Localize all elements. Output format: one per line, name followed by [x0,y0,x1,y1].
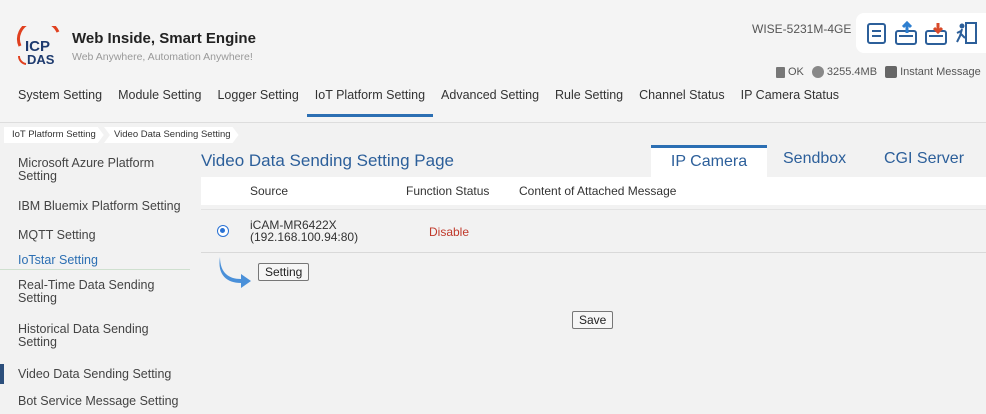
tab-rule-setting[interactable]: Rule Setting [547,87,631,117]
sidebar-item-mqtt[interactable]: MQTT Setting [0,229,190,242]
storage-icon [811,66,824,78]
logout-icon[interactable] [954,21,979,46]
tab-logger-setting[interactable]: Logger Setting [209,87,306,117]
instant-message-link[interactable]: Instant Message [885,66,981,78]
sidebar-item-iotstar[interactable]: IoTstar Setting [0,254,190,270]
sidebar-item-bot-service[interactable]: Bot Service Message Setting [0,395,190,408]
tab-module-setting[interactable]: Module Setting [110,87,209,117]
toolbar [856,13,986,53]
model-name: WISE-5231M-4GE [752,22,852,36]
tab-sendbox[interactable]: Sendbox [783,150,846,168]
main-nav: System Setting Module Setting Logger Set… [0,87,847,117]
sidebar-item-historical[interactable]: Historical Data Sending Setting [0,323,190,349]
camera-address: (192.168.100.94:80) [250,230,359,244]
status-bar: OK 3255.4MB Instant Message [776,66,981,78]
function-status: Disable [429,225,470,239]
status-ok: OK [776,66,804,78]
tab-cgi-server[interactable]: CGI Server [884,150,964,168]
tab-iot-platform-setting[interactable]: IoT Platform Setting [306,87,434,117]
status-storage: 3255.4MB [811,66,877,78]
page-title: Video Data Sending Setting Page [201,151,454,170]
save-button[interactable]: Save [572,311,614,329]
battery-icon [776,66,785,78]
tab-ip-camera[interactable]: IP Camera [651,145,767,177]
icpdas-logo: ICP DAS [16,19,64,68]
sidebar-item-bluemix[interactable]: IBM Bluemix Platform Setting [0,200,190,213]
column-attached-message: Content of Attached Message [519,184,677,198]
tab-advanced-setting[interactable]: Advanced Setting [433,87,547,117]
brand-subtitle: Web Anywhere, Automation Anywhere! [72,51,253,63]
header: ICP DAS Web Inside, Smart Engine Web Any… [0,0,986,122]
breadcrumb-iot-platform[interactable]: IoT Platform Setting [4,127,104,143]
logo-text-bottom: DAS [27,52,55,67]
document-icon[interactable] [864,21,889,46]
download-icon[interactable] [924,21,949,46]
breadcrumb-video-data[interactable]: Video Data Sending Setting [104,127,239,143]
setting-button[interactable]: Setting [258,263,310,281]
ip-camera-panel: Source Function Status Content of Attach… [201,177,986,414]
tab-system-setting[interactable]: System Setting [0,87,110,117]
brand-title: Web Inside, Smart Engine [72,30,256,47]
message-icon [885,66,898,78]
tab-ip-camera-status[interactable]: IP Camera Status [733,87,847,117]
camera-select-radio[interactable] [217,225,229,237]
tab-channel-status[interactable]: Channel Status [631,87,732,117]
table-row[interactable]: iCAM-MR6422X (192.168.100.94:80) Disable [201,209,986,253]
upload-icon[interactable] [894,20,919,46]
column-function-status: Function Status [406,184,490,198]
sidebar-item-video[interactable]: Video Data Sending Setting [0,364,190,384]
table-header: Source Function Status Content of Attach… [201,177,986,205]
curved-arrow-icon [217,255,253,289]
column-source: Source [250,184,289,198]
breadcrumb: IoT Platform Setting Video Data Sending … [0,122,986,144]
sidebar-item-realtime[interactable]: Real-Time Data Sending Setting [0,279,190,305]
sidebar-item-azure[interactable]: Microsoft Azure Platform Setting [0,157,190,183]
camera-source: iCAM-MR6422X (192.168.100.94:80) [250,219,358,243]
